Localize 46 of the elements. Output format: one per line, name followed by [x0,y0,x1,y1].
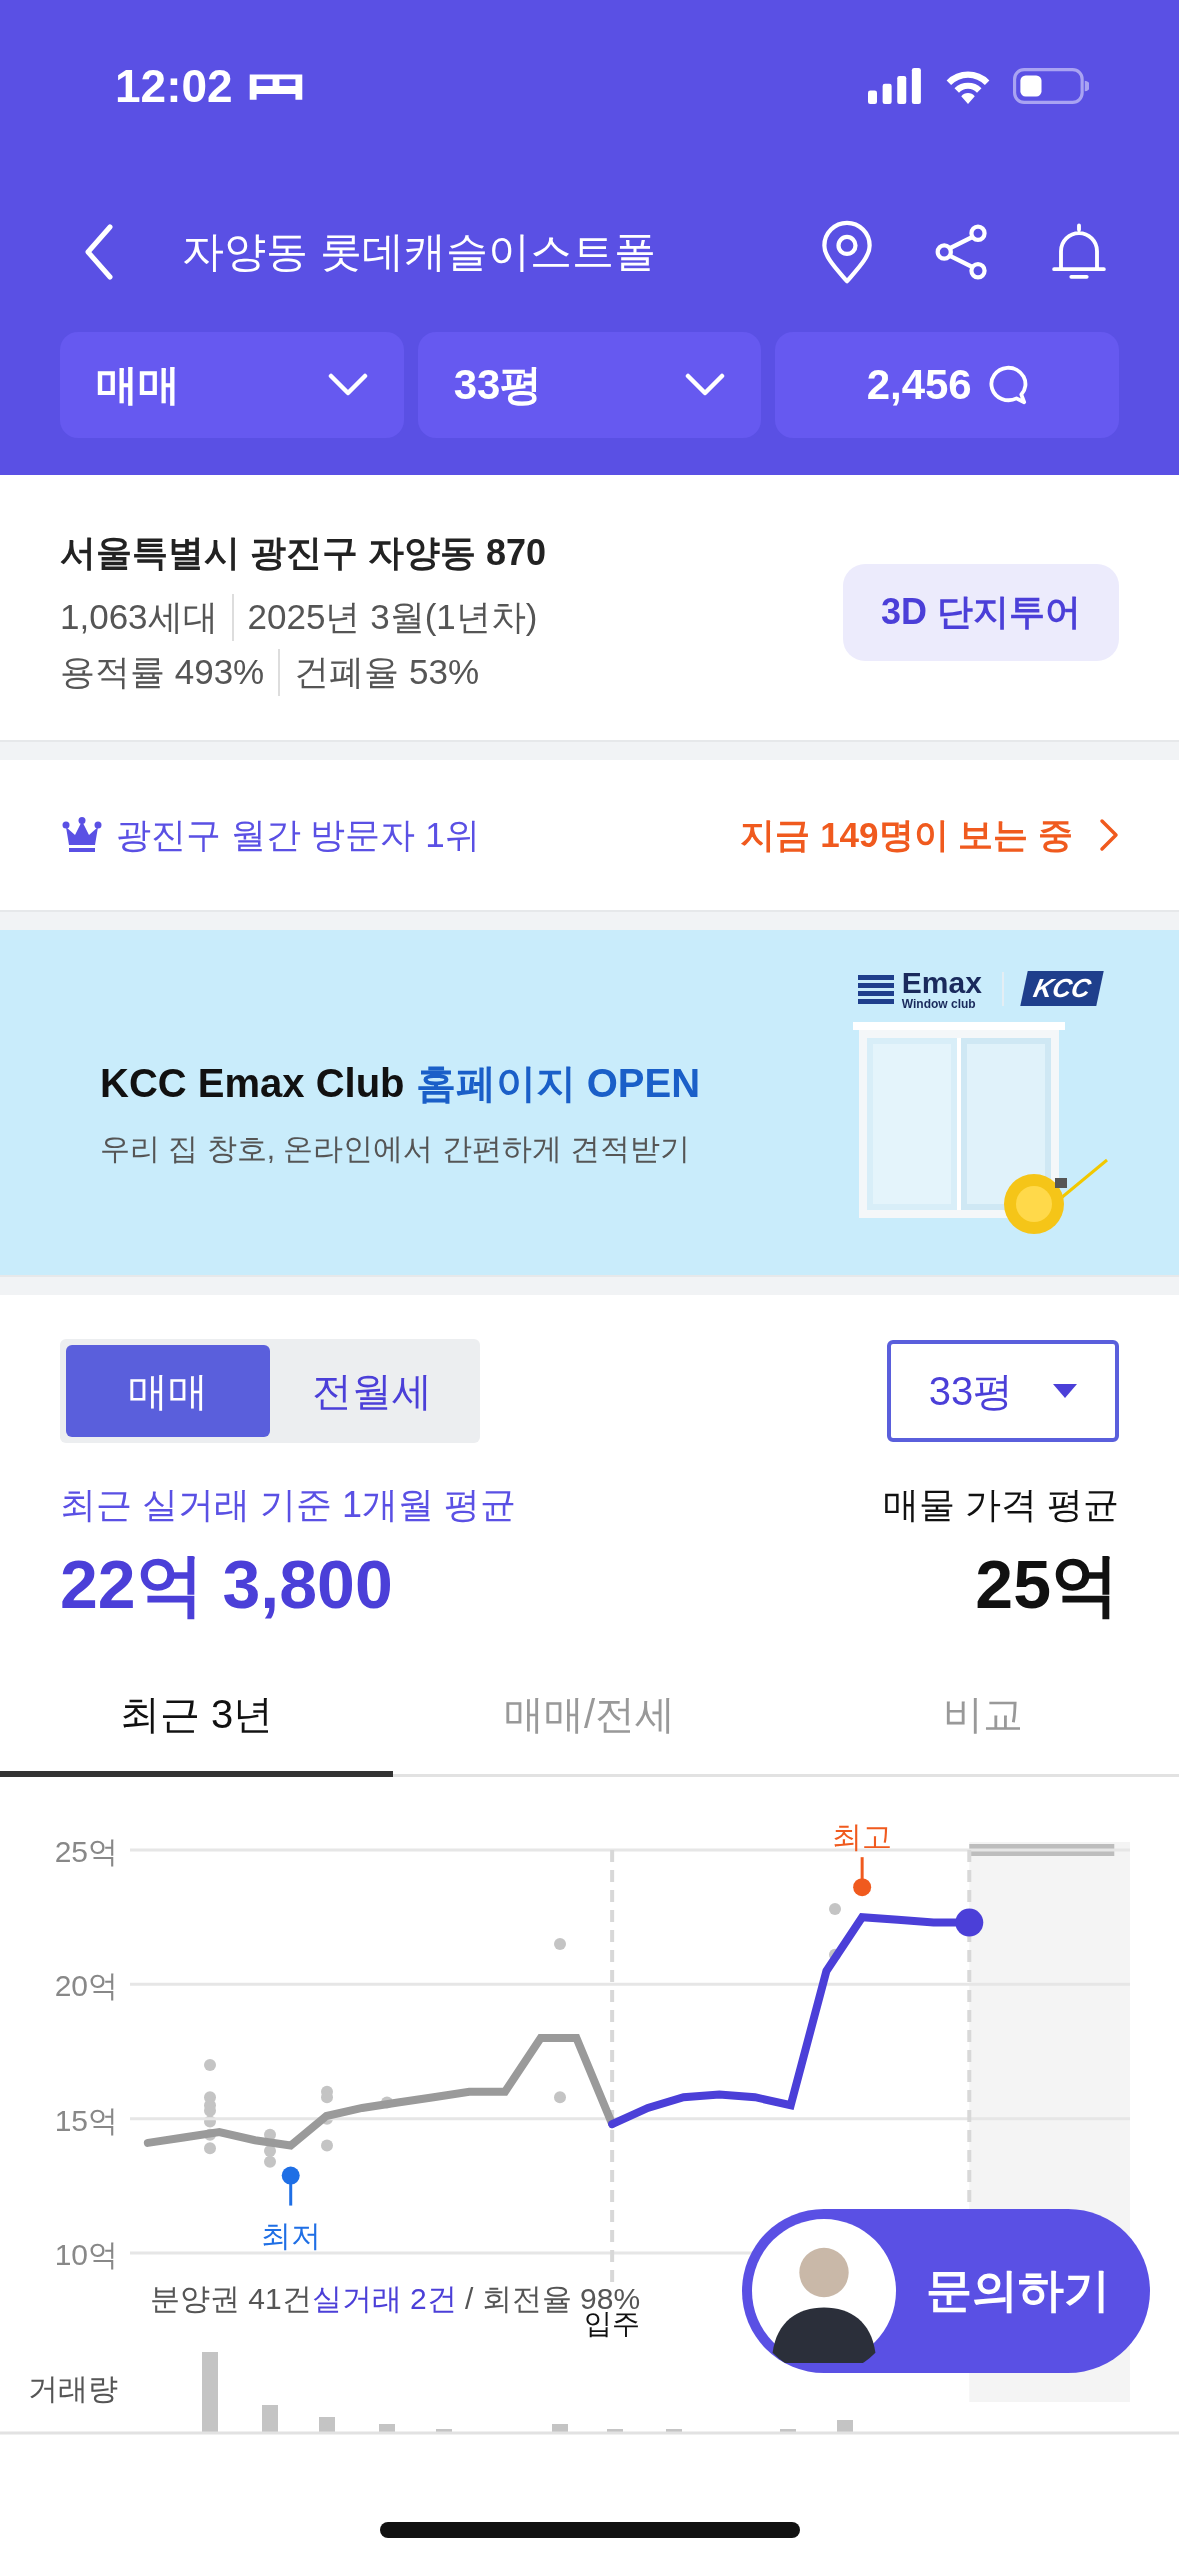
filter-dropdown[interactable]: 33평 [417,332,762,438]
axis-label: 25억 [54,1835,118,1868]
complex-detail: 용적률 493% [60,651,265,693]
comment-count-button[interactable]: 2,456 [775,332,1119,438]
segment-tab[interactable]: 전월세 [270,1345,474,1437]
segment-tab[interactable]: 매매 [66,1345,270,1437]
partner-logo: KCC [1020,971,1104,1006]
filter-dropdown[interactable]: 매매 [60,332,404,438]
latest-point-marker [955,1908,984,1937]
recent-price-label: 최근 실거래 기준 1개월 평균 [60,1483,517,1527]
chart-tab[interactable]: 최근 3년 [0,1657,393,1777]
back-icon[interactable] [84,224,114,280]
axis-label: 20억 [54,1969,118,2003]
annotation-label: 최저 [260,2218,321,2252]
brand-logo-text: Emax [901,967,982,998]
chevron-down-icon [327,373,368,397]
crown-icon [62,817,102,853]
complex-detail: 2025년 3월(1년차) [231,594,538,641]
listing-price-value: 25억 [975,1545,1119,1624]
viewers-link[interactable]: 지금 149명이 보는 중 [740,811,1073,859]
complex-detail: 1,063세대 [60,596,218,638]
battery-icon [1013,68,1089,104]
chevron-down-icon [685,373,726,397]
axis-label: 15억 [54,2103,118,2137]
address: 서울특별시 광진구 자양동 870 [60,531,548,575]
recent-price-value: 22억 3,800 [60,1545,394,1624]
banner-title: KCC Emax Club 홈페이지 OPEN [100,1059,702,1107]
brand-logo-subtext: Window club [901,997,977,1010]
page-title: 자양동 롯데캐슬이스트폴 [182,227,656,277]
inquiry-button[interactable]: 문의하기 [742,2209,1150,2373]
annotation-label: 최고 [832,1820,893,1854]
tour-button[interactable]: 3D 단지투어 [842,564,1119,661]
size-dropdown[interactable]: 33평 [887,1340,1119,1442]
caret-down-icon [1053,1384,1078,1398]
chevron-right-icon[interactable] [1099,818,1119,852]
chart-tab[interactable]: 비교 [786,1657,1179,1777]
signal-icon [867,68,923,104]
volume-label: 거래량 [28,2372,118,2405]
axis-label: 10억 [54,2238,118,2272]
complex-detail: 건폐율 53% [278,649,480,696]
banner-subtitle: 우리 집 창호, 온라인에서 간편하게 견적받기 [100,1130,691,1167]
ad-banner[interactable]: KCC Emax Club 홈페이지 OPEN 우리 집 창호, 온라인에서 간편하게 견적받기 Emax Window club KCC [0,930,1179,1275]
chart-tab[interactable]: 매매/전세 [393,1657,786,1777]
listing-price-label: 매물 가격 평균 [883,1483,1119,1527]
status-time: 12:02 [115,59,233,113]
ranking-text: 광진구 월간 방문자 1위 [116,813,480,856]
